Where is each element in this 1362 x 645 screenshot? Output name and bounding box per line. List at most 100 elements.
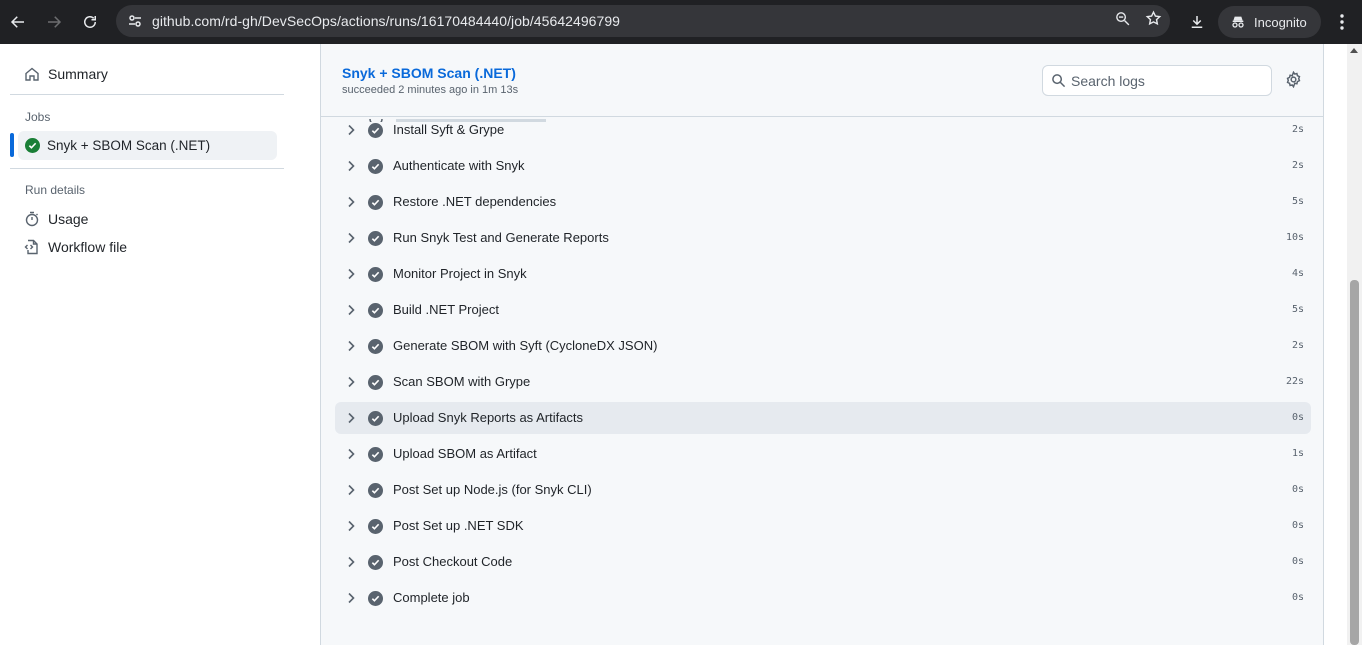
step-row[interactable]: Build .NET Project 5s bbox=[335, 294, 1311, 326]
home-icon bbox=[25, 67, 39, 81]
step-name: Post Checkout Code bbox=[393, 554, 513, 569]
summary-link[interactable]: Summary bbox=[24, 62, 108, 86]
step-success-check-icon bbox=[368, 519, 383, 534]
site-info-icon[interactable] bbox=[118, 13, 152, 29]
step-name: Post Set up Node.js (for Snyk CLI) bbox=[393, 482, 592, 497]
chevron-right-icon[interactable] bbox=[345, 411, 357, 430]
workflow-file-label: Workflow file bbox=[48, 239, 128, 255]
step-duration: 0s bbox=[1291, 556, 1304, 567]
step-row[interactable]: Upload SBOM as Artifact 1s bbox=[335, 438, 1311, 470]
step-name: Authenticate with Snyk bbox=[393, 158, 525, 173]
jobs-heading: Jobs bbox=[25, 110, 51, 124]
step-success-check-icon bbox=[368, 303, 383, 318]
step-name: Build .NET Project bbox=[393, 302, 499, 317]
step-duration: 22s bbox=[1285, 376, 1304, 387]
step-name: Run Snyk Test and Generate Reports bbox=[393, 230, 609, 245]
chevron-right-icon[interactable] bbox=[345, 519, 357, 538]
reload-icon bbox=[84, 16, 96, 28]
step-duration: 1s bbox=[1291, 448, 1304, 459]
arrow-right-icon bbox=[48, 16, 62, 28]
step-duration: 2s bbox=[1291, 340, 1304, 351]
download-icon[interactable] bbox=[1180, 13, 1214, 31]
scroll-up-arrow-icon[interactable] bbox=[1350, 48, 1358, 53]
chevron-right-icon[interactable] bbox=[345, 159, 357, 178]
file-code-icon bbox=[24, 239, 38, 255]
step-success-check-icon bbox=[368, 555, 383, 570]
workflow-file-link[interactable]: Workflow file bbox=[24, 235, 127, 259]
forward-button[interactable] bbox=[36, 4, 72, 40]
arrow-left-icon bbox=[10, 16, 24, 28]
step-success-check-icon bbox=[368, 591, 383, 606]
search-placeholder: Search logs bbox=[1071, 72, 1145, 89]
incognito-icon bbox=[1232, 16, 1244, 28]
step-row[interactable]: Monitor Project in Snyk 4s bbox=[335, 258, 1311, 290]
step-row[interactable]: Authenticate with Snyk 2s bbox=[335, 150, 1311, 182]
scrollbar-thumb[interactable] bbox=[1350, 280, 1359, 645]
chevron-right-icon[interactable] bbox=[345, 447, 357, 466]
divider bbox=[10, 168, 284, 169]
step-row[interactable]: Post Checkout Code 0s bbox=[335, 546, 1311, 578]
step-success-check-icon bbox=[368, 483, 383, 498]
step-success-check-icon bbox=[368, 123, 383, 138]
chevron-right-icon[interactable] bbox=[345, 591, 357, 610]
gear-icon[interactable] bbox=[1285, 70, 1302, 93]
chevron-right-icon[interactable] bbox=[345, 231, 357, 250]
chevron-right-icon[interactable] bbox=[345, 123, 357, 142]
step-duration: 4s bbox=[1291, 268, 1304, 279]
step-row[interactable]: Restore .NET dependencies 5s bbox=[335, 186, 1311, 218]
step-name: Upload Snyk Reports as Artifacts bbox=[393, 410, 584, 425]
stopwatch-icon bbox=[25, 211, 39, 227]
step-name: Restore .NET dependencies bbox=[393, 194, 557, 209]
step-success-check-icon bbox=[368, 411, 383, 426]
step-row[interactable]: Run Snyk Test and Generate Reports 10s bbox=[335, 222, 1311, 254]
job-item-label: Snyk + SBOM Scan (.NET) bbox=[47, 138, 211, 153]
url-text[interactable]: github.com/rd-gh/DevSecOps/actions/runs/… bbox=[152, 13, 620, 29]
search-logs-input[interactable]: Search logs bbox=[1042, 65, 1272, 96]
step-duration: 5s bbox=[1291, 196, 1304, 207]
step-name: Post Set up .NET SDK bbox=[393, 518, 524, 533]
step-duration: 2s bbox=[1291, 160, 1304, 171]
job-item-snyk-sbom[interactable]: Snyk + SBOM Scan (.NET) bbox=[18, 131, 277, 160]
step-success-check-icon bbox=[368, 195, 383, 210]
step-row[interactable]: Generate SBOM with Syft (CycloneDX JSON)… bbox=[335, 330, 1311, 362]
step-duration: 0s bbox=[1291, 484, 1304, 495]
summary-label: Summary bbox=[48, 66, 108, 82]
step-duration: 10s bbox=[1285, 232, 1304, 243]
page-scrollbar[interactable] bbox=[1347, 44, 1362, 645]
step-row[interactable]: Post Set up Node.js (for Snyk CLI) 0s bbox=[335, 474, 1311, 506]
step-name: Generate SBOM with Syft (CycloneDX JSON) bbox=[393, 338, 658, 353]
step-success-check-icon bbox=[368, 339, 383, 354]
step-success-check-icon bbox=[368, 231, 383, 246]
chevron-right-icon[interactable] bbox=[345, 195, 357, 214]
usage-link[interactable]: Usage bbox=[24, 207, 88, 231]
reload-button[interactable] bbox=[72, 4, 108, 40]
usage-label: Usage bbox=[48, 211, 89, 227]
step-row[interactable]: Complete job 0s bbox=[335, 582, 1311, 614]
zoom-icon[interactable] bbox=[1114, 10, 1131, 32]
address-bar[interactable]: github.com/rd-gh/DevSecOps/actions/runs/… bbox=[116, 5, 1170, 37]
chevron-right-icon[interactable] bbox=[345, 483, 357, 502]
back-button[interactable] bbox=[0, 4, 36, 40]
step-row[interactable]: Scan SBOM with Grype 22s bbox=[335, 366, 1311, 398]
chevron-right-icon[interactable] bbox=[345, 375, 357, 394]
step-success-check-icon bbox=[368, 375, 383, 390]
chevron-right-icon[interactable] bbox=[345, 555, 357, 574]
step-duration: 0s bbox=[1291, 592, 1304, 603]
step-row[interactable]: Post Set up .NET SDK 0s bbox=[335, 510, 1311, 542]
run-details-heading: Run details bbox=[25, 183, 86, 197]
chevron-right-icon[interactable] bbox=[345, 339, 357, 358]
steps-list: Install Syft & Grype 2s Authenticate with … bbox=[335, 114, 1311, 618]
job-header: Snyk + SBOM Scan (.NET) succeeded 2 minu… bbox=[321, 44, 1323, 117]
step-success-check-icon bbox=[368, 447, 383, 462]
job-title[interactable]: Snyk + SBOM Scan (.NET) bbox=[342, 65, 516, 81]
incognito-profile-button[interactable]: Incognito bbox=[1218, 6, 1321, 38]
success-check-icon bbox=[25, 138, 40, 153]
browser-menu-icon[interactable] bbox=[1325, 14, 1359, 30]
chevron-right-icon[interactable] bbox=[345, 267, 357, 286]
browser-toolbar: github.com/rd-gh/DevSecOps/actions/runs/… bbox=[0, 0, 1362, 44]
step-row[interactable]: Upload Snyk Reports as Artifacts 0s bbox=[335, 402, 1311, 434]
chevron-right-icon[interactable] bbox=[345, 303, 357, 322]
bookmark-star-icon[interactable] bbox=[1145, 10, 1162, 32]
job-log-panel: Snyk + SBOM Scan (.NET) succeeded 2 minu… bbox=[320, 44, 1324, 645]
step-duration: 2s bbox=[1291, 124, 1304, 135]
